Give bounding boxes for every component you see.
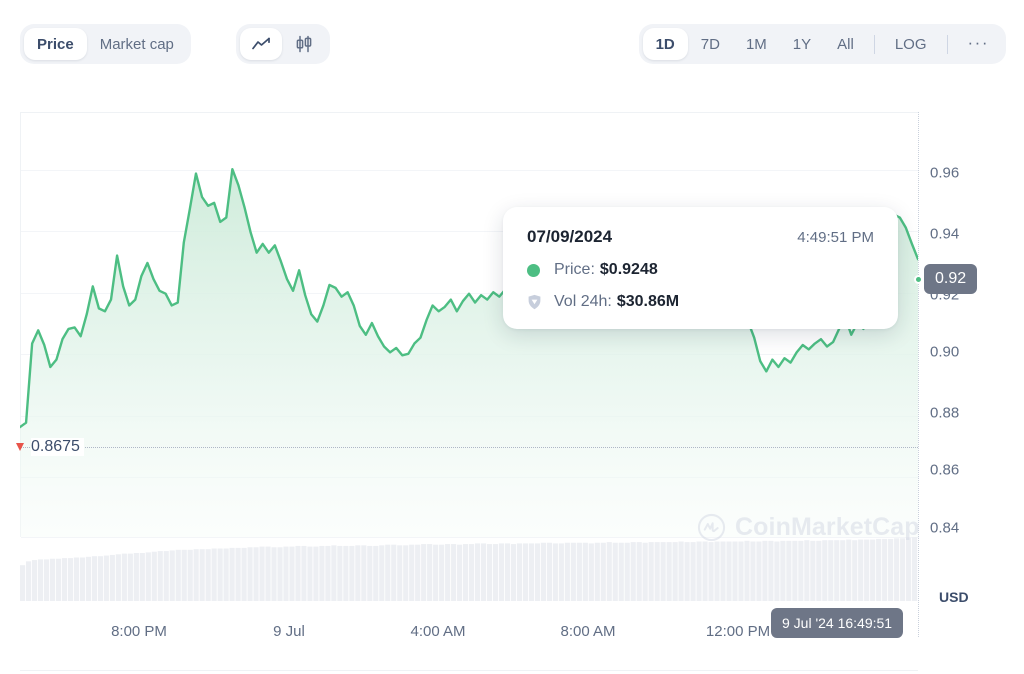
y-tick-086: 0.86 <box>930 461 960 479</box>
tooltip-date: 07/09/2024 <box>527 227 613 246</box>
tooltip-time: 4:49:51 PM <box>797 229 874 246</box>
log-scale-button[interactable]: LOG <box>882 28 940 60</box>
crosshair-time-badge: 9 Jul '24 16:49:51 <box>771 608 904 638</box>
current-price-dot <box>914 275 923 284</box>
y-tick-088: 0.88 <box>930 404 960 422</box>
metric-option-price[interactable]: Price <box>24 28 87 60</box>
watermark-text: CoinMarketCap <box>735 513 920 541</box>
chart-toolbar: Price Market cap 1D 7D 1M 1Y All LOG ··· <box>0 0 1024 86</box>
chart-type-toggle-group <box>236 24 330 64</box>
x-tick-8pm: 8:00 PM <box>111 623 167 640</box>
metric-toggle-group: Price Market cap <box>20 24 191 64</box>
x-tick-4am: 4:00 AM <box>410 623 466 640</box>
chart-tooltip: 07/09/2024 4:49:51 PM Price: $0.9248 Vol… <box>503 207 898 329</box>
candlestick-chart-icon[interactable] <box>282 28 326 60</box>
x-tick-12pm: 12:00 PM <box>705 623 771 640</box>
more-options-icon[interactable]: ··· <box>955 28 1002 60</box>
price-legend-dot-icon <box>527 263 540 277</box>
tooltip-price-key: Price: <box>554 261 595 278</box>
metric-option-market-cap[interactable]: Market cap <box>87 28 187 60</box>
range-option-1d[interactable]: 1D <box>642 28 688 60</box>
y-tick-084: 0.84 <box>930 519 960 537</box>
tooltip-volume-row: Vol 24h: $30.86M <box>527 293 874 311</box>
volume-series <box>20 537 918 601</box>
tooltip-volume-key: Vol 24h: <box>554 293 612 310</box>
time-range-toggle-group: 1D 7D 1M 1Y All LOG ··· <box>638 24 1006 64</box>
range-option-7d[interactable]: 7D <box>688 28 733 60</box>
y-tick-090: 0.90 <box>930 343 960 361</box>
tooltip-header: 07/09/2024 4:49:51 PM <box>527 227 874 247</box>
low-price-reference-line <box>20 447 918 448</box>
toolbar-divider-2 <box>946 34 948 54</box>
y-axis-line <box>918 112 919 637</box>
tooltip-volume-value: $30.86M <box>616 293 680 310</box>
coinmarketcap-watermark: CoinMarketCap <box>697 513 920 542</box>
price-chart-widget: Price Market cap 1D 7D 1M 1Y All LOG ···… <box>0 0 1024 674</box>
coinmarketcap-logo-icon <box>697 513 726 542</box>
tooltip-price-row: Price: $0.9248 <box>527 261 874 279</box>
range-option-1m[interactable]: 1M <box>733 28 780 60</box>
x-tick-8am: 8:00 AM <box>560 623 616 640</box>
range-option-1y[interactable]: 1Y <box>780 28 824 60</box>
chart-bottom-rule <box>20 670 918 671</box>
y-tick-094: 0.94 <box>930 225 960 243</box>
current-price-badge: 0.92 <box>924 264 978 294</box>
toolbar-divider-1 <box>873 34 875 54</box>
x-tick-9jul: 9 Jul <box>273 623 305 640</box>
shield-icon <box>527 294 542 310</box>
line-chart-icon[interactable] <box>240 28 282 60</box>
range-option-all[interactable]: All <box>824 28 867 60</box>
y-tick-096: 0.96 <box>930 164 960 182</box>
low-price-marker-icon <box>16 443 24 451</box>
y-axis-unit-label: USD <box>939 589 969 605</box>
low-price-label: 0.8675 <box>31 438 84 456</box>
tooltip-price-value: $0.9248 <box>599 261 658 278</box>
